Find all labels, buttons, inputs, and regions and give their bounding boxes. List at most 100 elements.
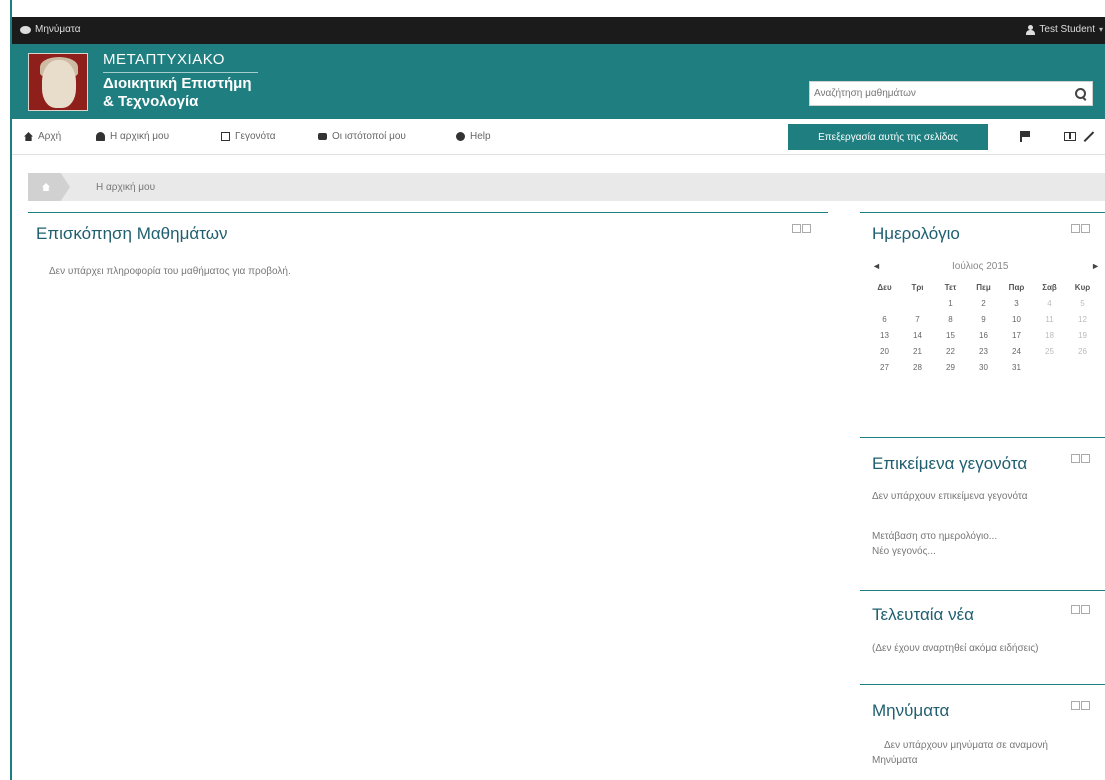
search-icon[interactable] bbox=[1075, 88, 1086, 99]
messages-menu-label: Μηνύματα bbox=[35, 24, 81, 35]
messages-block: Μηνύματα Δεν υπάρχουν μηνύματα σε αναμον… bbox=[860, 684, 1105, 780]
block-title: Επισκόπηση Μαθημάτων bbox=[36, 224, 228, 243]
calendar-day[interactable]: 7 bbox=[901, 315, 934, 324]
new-event-link[interactable]: Νέο γεγονός... bbox=[872, 545, 936, 559]
nav-item-label: Η αρχική μου bbox=[110, 131, 170, 142]
calendar-day[interactable]: 5 bbox=[1066, 299, 1099, 308]
breadcrumb: Η αρχική μου bbox=[28, 173, 1105, 201]
nav-item-label: Help bbox=[470, 131, 491, 142]
calendar-day[interactable]: 8 bbox=[934, 315, 967, 324]
brand-line-1: ΜΕΤΑΠΤΥΧΙΑΚΟ bbox=[103, 51, 225, 68]
dock-icon[interactable] bbox=[802, 224, 811, 233]
course-overview-block: Επισκόπηση Μαθημάτων Δεν υπάρχει πληροφο… bbox=[28, 212, 828, 277]
dock-icon[interactable] bbox=[1081, 701, 1090, 710]
next-month-arrow[interactable]: ► bbox=[1091, 261, 1100, 271]
calendar-day[interactable]: 15 bbox=[934, 331, 967, 340]
calendar-day[interactable]: 21 bbox=[901, 347, 934, 356]
university-logo[interactable] bbox=[28, 53, 88, 111]
prev-month-arrow[interactable]: ◄ bbox=[872, 261, 881, 271]
nav-item-help[interactable]: Help bbox=[456, 131, 491, 142]
calendar-day[interactable]: 26 bbox=[1066, 347, 1099, 356]
calendar-day[interactable]: 20 bbox=[868, 347, 901, 356]
calendar-day[interactable]: 9 bbox=[967, 315, 1000, 324]
collapse-icon[interactable] bbox=[1071, 454, 1080, 463]
user-icon bbox=[1026, 24, 1036, 35]
calendar-icon bbox=[221, 132, 230, 141]
goto-calendar-link[interactable]: Μετάβαση στο ημερολόγιο... bbox=[872, 530, 997, 544]
dock-icon[interactable] bbox=[1081, 454, 1090, 463]
calendar-day[interactable]: 6 bbox=[868, 315, 901, 324]
messages-link[interactable]: Μηνύματα bbox=[872, 754, 918, 768]
collapse-icon[interactable] bbox=[792, 224, 801, 233]
calendar-day[interactable]: 25 bbox=[1033, 347, 1066, 356]
weekday-label: Πεμ bbox=[976, 282, 991, 292]
breadcrumb-home[interactable] bbox=[28, 173, 70, 201]
edit-page-button[interactable]: Επεξεργασία αυτής της σελίδας bbox=[788, 124, 988, 150]
block-title: Τελευταία νέα bbox=[872, 605, 975, 624]
main-nav: Αρχή Η αρχική μου Γεγονότα Οι ιστότοποί … bbox=[12, 119, 1105, 155]
calendar-day[interactable]: 16 bbox=[967, 331, 1000, 340]
calendar-day[interactable]: 22 bbox=[934, 347, 967, 356]
page: Μηνύματα Test Student ▾ ΜΕΤΑΠΤΥΧΙΑΚΟ Διο… bbox=[0, 0, 1105, 780]
block-title: Επικείμενα γεγονότα bbox=[872, 454, 1028, 473]
nav-item-dashboard[interactable]: Η αρχική μου bbox=[96, 131, 169, 142]
calendar-day[interactable]: 3 bbox=[1000, 299, 1033, 308]
calendar-day[interactable]: 17 bbox=[1000, 331, 1033, 340]
calendar-day[interactable]: 12 bbox=[1066, 315, 1099, 324]
weekday-label: Δευ bbox=[877, 282, 892, 292]
user-menu[interactable]: Test Student ▾ bbox=[1026, 24, 1103, 35]
layout-icon[interactable] bbox=[1064, 132, 1076, 141]
calendar-day[interactable]: 23 bbox=[967, 347, 1000, 356]
dashboard-icon bbox=[96, 132, 105, 141]
course-search-input[interactable] bbox=[810, 82, 1060, 105]
calendar-day[interactable]: 29 bbox=[934, 363, 967, 372]
user-name: Test Student bbox=[1039, 24, 1095, 35]
logo-statue-face bbox=[42, 60, 76, 108]
course-search bbox=[809, 81, 1093, 106]
calendar-weekday-row: Δευ Τρι Τετ Πεμ Παρ Σαβ Κυρ bbox=[868, 279, 1100, 295]
calendar-week: 1 2 3 4 5 bbox=[868, 295, 1100, 311]
dock-icon[interactable] bbox=[1081, 605, 1090, 614]
collapse-icon[interactable] bbox=[1071, 701, 1080, 710]
site-header: ΜΕΤΑΠΤΥΧΙΑΚΟ Διοικητική Επιστήμη & Τεχνο… bbox=[12, 44, 1105, 119]
weekday-label: Σαβ bbox=[1042, 282, 1057, 292]
top-bar: Μηνύματα Test Student ▾ bbox=[12, 17, 1105, 44]
weekday-label: Παρ bbox=[1008, 282, 1025, 292]
nav-item-home[interactable]: Αρχή bbox=[24, 131, 61, 142]
calendar-day[interactable]: 11 bbox=[1033, 315, 1066, 324]
brand-line-3: & Τεχνολογία bbox=[103, 93, 199, 110]
calendar-day[interactable]: 4 bbox=[1033, 299, 1066, 308]
calendar-day[interactable]: 19 bbox=[1066, 331, 1099, 340]
upcoming-events-block: Επικείμενα γεγονότα Δεν υπάρχουν επικείμ… bbox=[860, 437, 1105, 587]
calendar-day[interactable]: 24 bbox=[1000, 347, 1033, 356]
block-title: Μηνύματα bbox=[872, 701, 950, 720]
chevron-down-icon: ▾ bbox=[1098, 25, 1103, 34]
calendar-week: 13 14 15 16 17 18 19 bbox=[868, 327, 1100, 343]
calendar-day[interactable]: 30 bbox=[967, 363, 1000, 372]
calendar-day[interactable]: 14 bbox=[901, 331, 934, 340]
overview-empty-text: Δεν υπάρχει πληροφορία του μαθήματος για… bbox=[49, 266, 291, 277]
home-icon bbox=[24, 132, 33, 141]
calendar-day[interactable]: 18 bbox=[1033, 331, 1066, 340]
weekday-label: Τρι bbox=[911, 282, 924, 292]
expand-icon[interactable] bbox=[1083, 130, 1095, 142]
calendar-day[interactable]: 13 bbox=[868, 331, 901, 340]
calendar-day[interactable]: 1 bbox=[934, 299, 967, 308]
messages-menu[interactable]: Μηνύματα bbox=[20, 24, 81, 35]
calendar-day[interactable]: 27 bbox=[868, 363, 901, 372]
nav-item-events[interactable]: Γεγονότα bbox=[221, 131, 276, 142]
calendar-day[interactable]: 10 bbox=[1000, 315, 1033, 324]
nav-item-label: Αρχή bbox=[38, 131, 62, 142]
calendar-day[interactable]: 28 bbox=[901, 363, 934, 372]
collapse-icon[interactable] bbox=[1071, 224, 1080, 233]
site-brand[interactable]: ΜΕΤΑΠΤΥΧΙΑΚΟ Διοικητική Επιστήμη & Τεχνο… bbox=[103, 51, 258, 111]
flag-icon[interactable] bbox=[1020, 131, 1030, 142]
nav-item-my-sites[interactable]: Οι ιστότοποί μου bbox=[318, 131, 406, 142]
calendar-week: 27 28 29 30 31 bbox=[868, 359, 1100, 375]
block-controls bbox=[792, 224, 811, 233]
calendar-month[interactable]: Ιούλιος 2015 bbox=[952, 261, 1008, 272]
calendar-day[interactable]: 2 bbox=[967, 299, 1000, 308]
collapse-icon[interactable] bbox=[1071, 605, 1080, 614]
dock-icon[interactable] bbox=[1081, 224, 1090, 233]
calendar-day[interactable]: 31 bbox=[1000, 363, 1033, 372]
